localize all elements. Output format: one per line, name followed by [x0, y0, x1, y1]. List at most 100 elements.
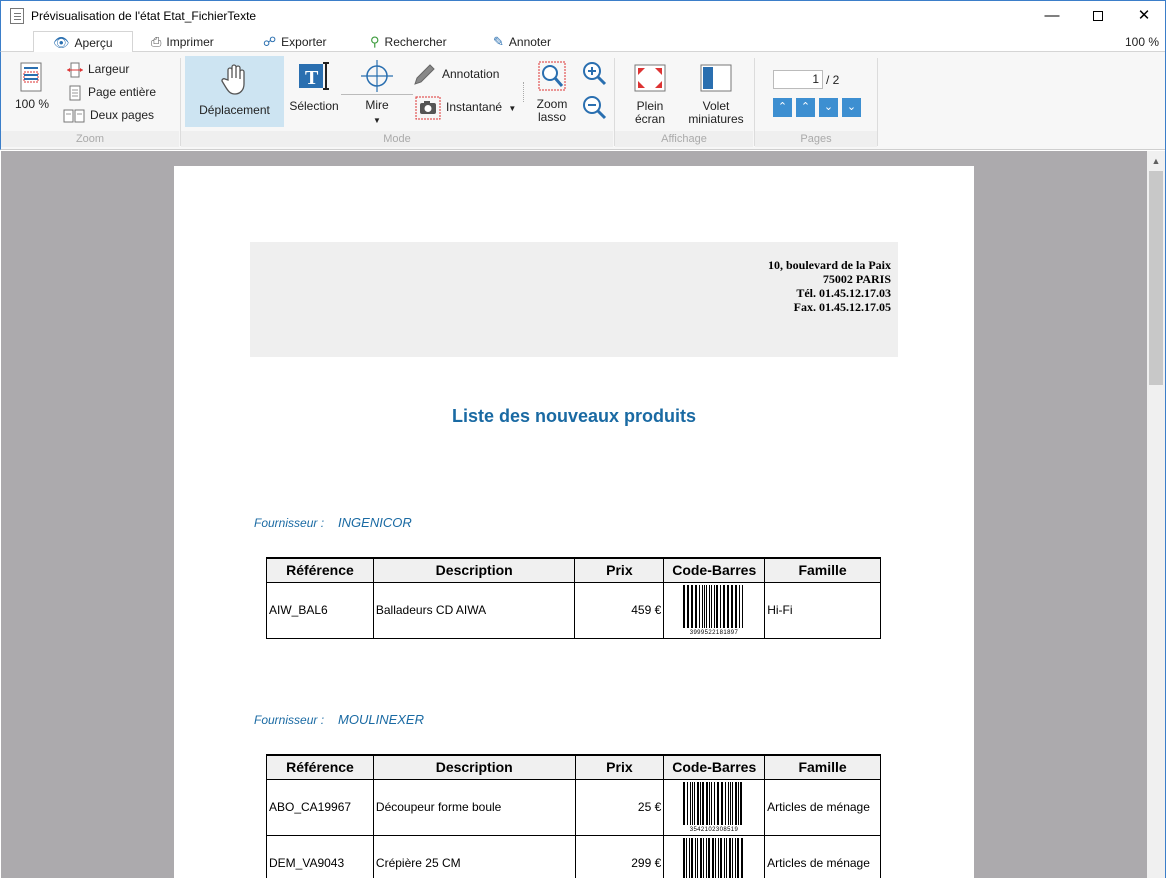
barcode-bar: [712, 838, 715, 878]
zoom-100-button[interactable]: 100 %: [9, 62, 55, 122]
zoom-page-entiere-button[interactable]: Page entière: [67, 85, 156, 101]
zoom-lasso-button[interactable]: Zoom lasso: [531, 60, 573, 126]
full-page-icon: [69, 85, 81, 101]
instantane-button[interactable]: Instantané ▼: [415, 96, 516, 120]
scroll-up-button[interactable]: ▲: [1147, 151, 1165, 171]
zoom-level: 100 %: [1124, 35, 1159, 49]
barcode-bar: [718, 838, 720, 878]
tab-imprimer[interactable]: ⎙ Imprimer: [151, 31, 214, 52]
barcode-bar: [738, 782, 740, 825]
ribbon-tabs: 👁 Aperçu ⎙ Imprimer ☍ Exporter ⚲ Rechercher …: [0, 31, 1166, 53]
zoom-deux-pages-button[interactable]: Deux pages: [63, 108, 154, 124]
selection-button[interactable]: T Sélection: [285, 60, 343, 124]
tab-apercu[interactable]: 👁 Aperçu: [33, 31, 133, 53]
barcode-bar: [741, 838, 744, 878]
barcode: 3542102308519: [683, 782, 743, 832]
previous-page-button[interactable]: ⌃: [796, 98, 815, 117]
column-header: Prix: [574, 754, 665, 780]
barcode-bar: [683, 838, 686, 878]
tab-exporter[interactable]: ☍ Exporter: [263, 31, 327, 52]
report-page: 10, boulevard de la Paix 75002 PARIS Tél…: [174, 166, 974, 878]
address-box: 10, boulevard de la Paix 75002 PARIS Tél…: [250, 242, 898, 357]
barcode-bar: [714, 585, 716, 628]
zoom-out-icon: [583, 96, 607, 120]
separator: [877, 58, 878, 146]
barcode-bar: [728, 782, 730, 825]
chevron-down-icon: ▼: [508, 104, 517, 114]
plein-ecran-button[interactable]: Plein écran: [625, 64, 675, 126]
table-row: AIW_BAL6 Balladeurs CD AIWA 459 € 399952…: [266, 581, 881, 639]
barcode-bar: [709, 782, 711, 825]
barcode-bar: [702, 585, 704, 628]
barcode-bar: [735, 585, 738, 628]
column-header: Description: [372, 557, 576, 583]
products-table: Référence Description Prix Code-Barres F…: [266, 754, 881, 878]
barcode-bar: [739, 585, 741, 628]
barcode-bar: [694, 782, 696, 825]
barcode-bar: [706, 585, 708, 628]
fit-width-icon: [67, 62, 83, 78]
products-table: Référence Description Prix Code-Barres F…: [266, 557, 881, 639]
cell-description: Balladeurs CD AIWA: [372, 581, 576, 639]
barcode-bar: [742, 585, 744, 628]
maximize-button[interactable]: [1075, 1, 1121, 31]
table-row: ABO_CA19967 Découpeur forme boule 25 € 3…: [266, 778, 881, 836]
barcode-bar: [689, 838, 691, 878]
share-icon: ☍: [263, 34, 277, 49]
barcode-bar: [714, 782, 716, 825]
barcode-bar: [686, 838, 688, 878]
volet-miniatures-button[interactable]: Volet miniatures: [681, 64, 751, 126]
first-page-button[interactable]: ⌃: [773, 98, 792, 117]
column-header: Référence: [266, 754, 374, 780]
cell-reference: ABO_CA19967: [266, 778, 374, 836]
annotation-button[interactable]: Annotation: [411, 62, 499, 88]
minimize-button[interactable]: —: [1029, 1, 1075, 31]
two-pages-icon: [63, 109, 85, 123]
barcode-bar: [687, 585, 690, 628]
mire-button[interactable]: Mire ▼: [341, 60, 413, 126]
barcode-bar: [695, 585, 698, 628]
tab-annoter[interactable]: ✎ Annoter: [493, 31, 551, 52]
barcode-bar: [729, 838, 732, 878]
barcode-bar: [691, 838, 694, 878]
barcode-number: 3999522181897: [690, 630, 739, 635]
barcode-bar: [711, 585, 713, 628]
barcode: 3999522181897: [683, 585, 744, 635]
supplier-header: Fournisseur : INGENICOR: [254, 515, 412, 530]
zoom-lasso-icon: [538, 61, 566, 91]
barcode-bar: [715, 838, 717, 878]
tab-rechercher[interactable]: ⚲ Rechercher: [370, 31, 447, 52]
chevron-down-icon: ▼: [373, 116, 381, 125]
zoom-out-button[interactable]: [581, 94, 607, 120]
document-preview-icon: [10, 8, 24, 24]
close-button[interactable]: ✕: [1121, 1, 1166, 31]
barcode-bar: [706, 838, 708, 878]
barcode-bar: [737, 838, 740, 878]
camera-icon: [415, 96, 441, 120]
cell-reference: AIW_BAL6: [266, 581, 374, 639]
barcode-bar: [703, 838, 705, 878]
vertical-scrollbar[interactable]: ▲: [1147, 151, 1165, 878]
barcode-bar: [683, 782, 686, 825]
fullscreen-icon: [634, 64, 666, 92]
last-page-button[interactable]: ⌄: [842, 98, 861, 117]
eye-icon: 👁: [53, 35, 70, 50]
cell-description: Crépière 25 CM: [372, 834, 576, 878]
scroll-thumb[interactable]: [1149, 171, 1163, 385]
separator: [523, 82, 524, 102]
caret-up-icon: ▲: [1151, 156, 1161, 166]
preview-area[interactable]: 10, boulevard de la Paix 75002 PARIS Tél…: [1, 151, 1147, 878]
barcode-bar: [691, 585, 694, 628]
svg-text:T: T: [305, 67, 319, 89]
next-page-button[interactable]: ⌄: [819, 98, 838, 117]
table-header-row: Référence Description Prix Code-Barres F…: [266, 557, 881, 583]
report-title: Liste des nouveaux produits: [451, 406, 697, 426]
affichage-group: Plein écran Volet miniatures Affichage: [615, 52, 753, 149]
barcode-bar: [726, 838, 728, 878]
deplacement-button[interactable]: Déplacement: [185, 56, 284, 127]
zoom-largeur-button[interactable]: Largeur: [67, 62, 129, 78]
page-number-input[interactable]: 1: [773, 70, 823, 89]
barcode-bar: [690, 782, 692, 825]
chevron-down-icon: ⌄: [823, 101, 834, 113]
zoom-in-button[interactable]: [581, 60, 607, 86]
